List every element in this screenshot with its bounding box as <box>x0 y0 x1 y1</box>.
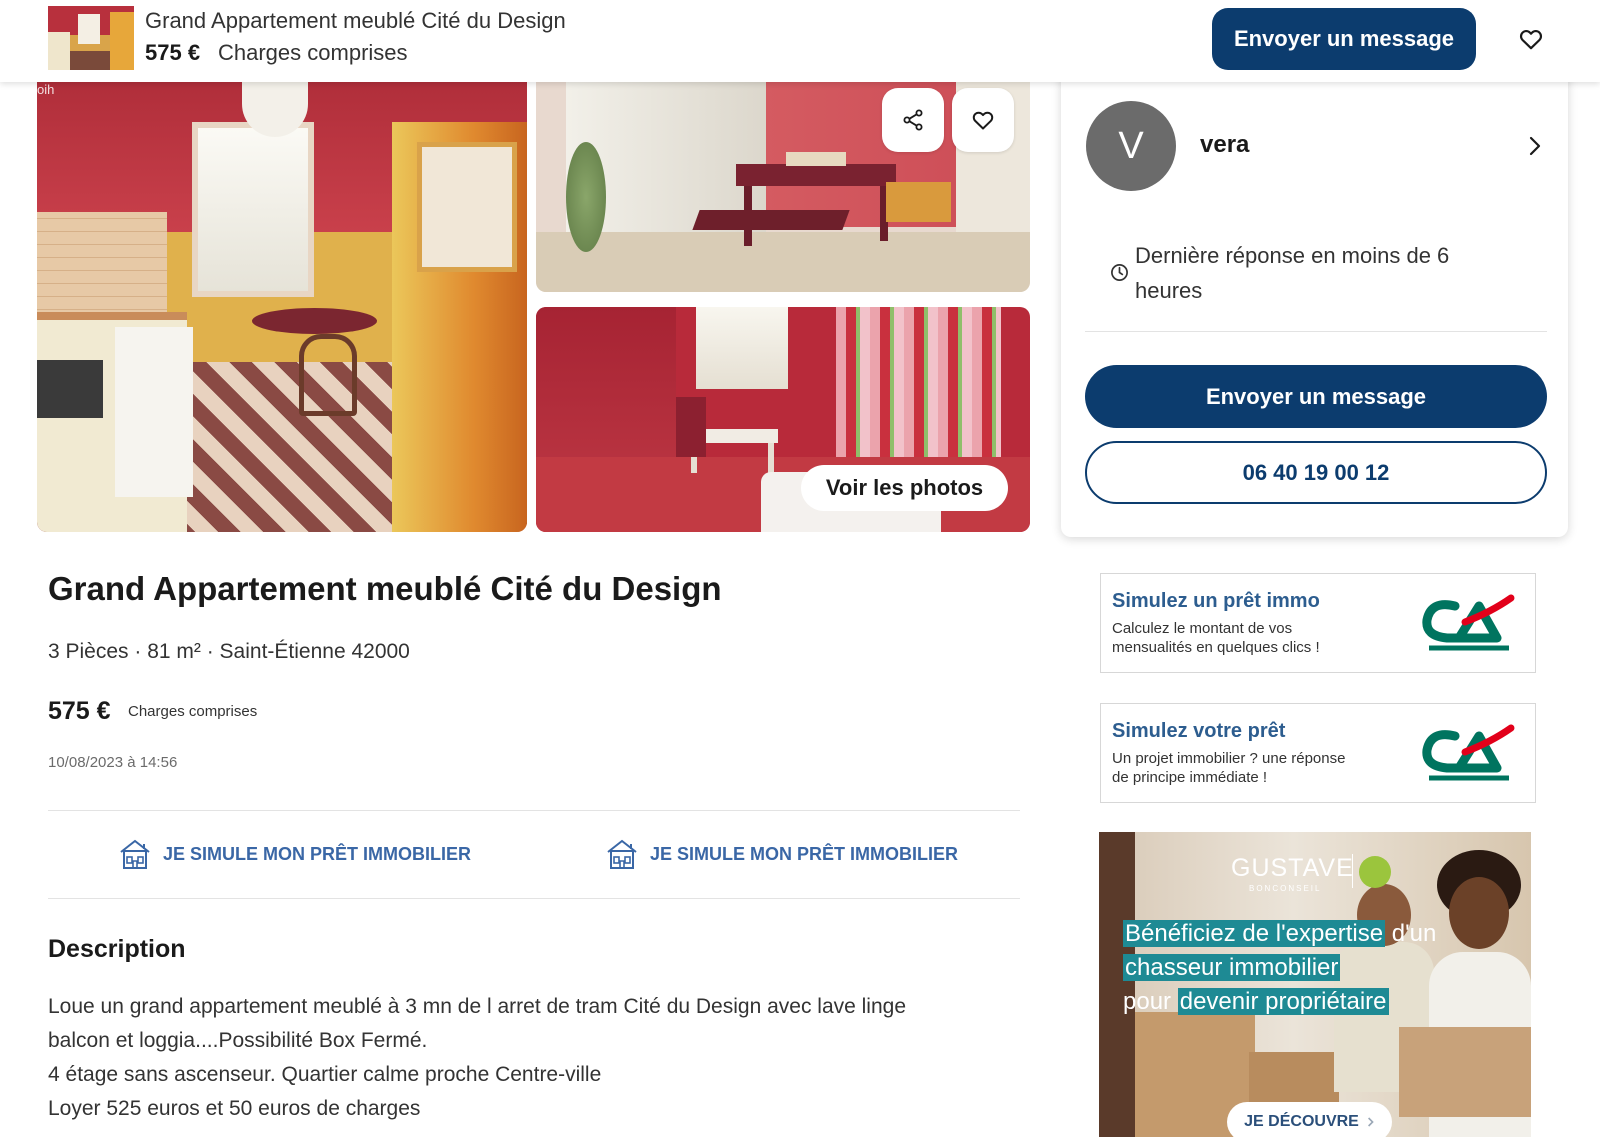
kitchen-fridge <box>115 327 193 497</box>
loan-simulator-label: JE SIMULE MON PRÊT IMMOBILIER <box>163 843 472 864</box>
description-line: Loue un grand appartement meublé à 3 mn … <box>48 995 907 1018</box>
banner-cta-button[interactable]: JE DÉCOUVRE <box>1227 1102 1392 1137</box>
dining-shelf <box>886 182 951 222</box>
photo-watermark: oih <box>37 82 55 97</box>
banner-cta-label: JE DÉCOUVRE <box>1244 1113 1359 1130</box>
ad-card-title: Simulez un prêt immo <box>1112 590 1320 612</box>
ca-logo-icon <box>1422 724 1515 781</box>
listing-thumbnail[interactable] <box>48 6 134 70</box>
sticky-header: Grand Appartement meublé Cité du Design … <box>0 0 1600 82</box>
seller-name[interactable]: vera <box>1200 131 1249 159</box>
chevron-right-icon[interactable] <box>1525 134 1545 158</box>
ad-card-text-line: Calculez le montant de vos <box>1112 620 1293 637</box>
header-charges: Charges comprises <box>218 40 408 65</box>
chevron-right-icon <box>1367 1117 1374 1127</box>
ad-card-loan[interactable]: Simulez votre prêt Un projet immobilier … <box>1100 703 1536 803</box>
banner-woman-head <box>1449 877 1509 949</box>
description-line: 4 étage sans ascenseur. Quartier calme p… <box>48 1063 602 1086</box>
avatar[interactable]: V <box>1086 101 1176 191</box>
content-divider <box>48 810 1020 811</box>
ad-card-text-line: de principe immédiate ! <box>1112 769 1268 786</box>
kitchen-chair <box>299 334 357 416</box>
bedroom-bench-leg <box>768 443 774 473</box>
header-message-button[interactable]: Envoyer un message <box>1212 8 1476 70</box>
description-line: Loyer 525 euros et 50 euros de charges <box>48 1097 421 1120</box>
ad-card-text: Calculez le montant de vos mensualités e… <box>1112 619 1320 657</box>
dining-table <box>736 164 896 186</box>
listing-details: 3 Pièces · 81 m² · Saint-Étienne 42000 <box>48 640 410 663</box>
ca-logo-icon <box>1422 594 1515 651</box>
banner-headline-line: pour devenir propriétaire <box>1123 988 1389 1016</box>
description-line: balcon et loggia....Possibilité Box Ferm… <box>48 1029 428 1052</box>
kitchen-cupboard <box>417 142 517 272</box>
banner-headline-text: pour <box>1123 988 1172 1015</box>
share-icon <box>903 109 923 131</box>
ad-card-loan-immo[interactable]: Simulez un prêt immo Calculez le montant… <box>1100 573 1536 673</box>
kitchen-window <box>192 122 314 297</box>
gustave-logo-separator <box>1352 854 1353 888</box>
banner-headline-line: Bénéficiez de l'expertise d'un <box>1123 920 1436 948</box>
banner-headline-line: chasseur immobilier <box>1123 954 1341 982</box>
ad-card-text-line: mensualités en quelques clics ! <box>1112 639 1320 656</box>
gustave-banner-ad[interactable]: GUSTAVE BONCONSEIL Bénéficiez de l'exper… <box>1099 832 1531 1137</box>
kitchen-tiles <box>37 212 167 322</box>
bedroom-side-table <box>676 397 706 457</box>
thumbnail-cabinet <box>110 12 134 70</box>
gustave-logo-subtext: BONCONSEIL <box>1249 884 1322 893</box>
gustave-logo-text: GUSTAVE <box>1231 854 1354 882</box>
banner-headline-highlight: devenir propriétaire <box>1177 988 1389 1015</box>
thumbnail-window <box>78 14 100 44</box>
banner-headline-highlight: chasseur immobilier <box>1123 954 1341 981</box>
dining-floor <box>536 232 1030 292</box>
loan-simulator-link[interactable]: JE SIMULE MON PRÊT IMMOBILIER <box>117 836 471 872</box>
thumbnail-counter <box>48 32 70 70</box>
banner-headline-highlight: Bénéficiez de l'expertise <box>1123 920 1386 947</box>
heart-icon[interactable] <box>1518 26 1544 52</box>
favorite-button[interactable] <box>952 88 1014 152</box>
kitchen-table <box>252 308 377 334</box>
listing-charges: Charges comprises <box>128 703 258 720</box>
ad-card-text: Un projet immobilier ? une réponse de pr… <box>1112 749 1345 787</box>
banner-wood-panel <box>1099 832 1135 1137</box>
ad-card-text-line: Un projet immobilier ? une réponse <box>1112 750 1346 767</box>
listing-date: 10/08/2023 à 14:56 <box>48 754 178 771</box>
loan-simulator-link[interactable]: JE SIMULE MON PRÊT IMMOBILIER <box>604 836 958 872</box>
kitchen-stove <box>37 360 103 418</box>
phone-button[interactable]: 06 40 19 00 12 <box>1085 441 1547 504</box>
bedroom-window <box>696 307 788 389</box>
see-photos-button[interactable]: Voir les photos <box>801 465 1008 511</box>
bedroom-curtain <box>836 307 1001 472</box>
banner-held-box <box>1399 1027 1531 1117</box>
loan-simulator-label: JE SIMULE MON PRÊT IMMOBILIER <box>650 843 959 864</box>
gustave-badge-icon <box>1359 856 1391 888</box>
dining-bench <box>692 210 850 230</box>
ad-card-title: Simulez votre prêt <box>1112 720 1286 742</box>
response-time: Dernière réponse en moins de 6 heures <box>1135 243 1450 303</box>
photo-main-kitchen[interactable]: oih <box>37 82 527 532</box>
house-icon <box>607 839 637 869</box>
heart-icon <box>972 111 994 130</box>
send-message-button[interactable]: Envoyer un message <box>1085 365 1547 428</box>
content-divider <box>48 898 1020 899</box>
dining-plant <box>566 142 606 252</box>
clock-icon <box>1110 263 1129 282</box>
header-price: 575 € <box>145 40 201 65</box>
share-button[interactable] <box>882 88 944 152</box>
seller-divider <box>1085 331 1547 332</box>
house-icon <box>120 839 150 869</box>
listing-price: 575 € <box>48 697 111 725</box>
listing-page: Grand Appartement meublé Cité du Design … <box>0 0 1600 1137</box>
description-heading: Description <box>48 935 186 963</box>
header-title: Grand Appartement meublé Cité du Design <box>145 8 566 33</box>
banner-headline-text: d'un <box>1391 920 1437 947</box>
page-title: Grand Appartement meublé Cité du Design <box>48 570 722 607</box>
dining-box <box>786 152 846 166</box>
